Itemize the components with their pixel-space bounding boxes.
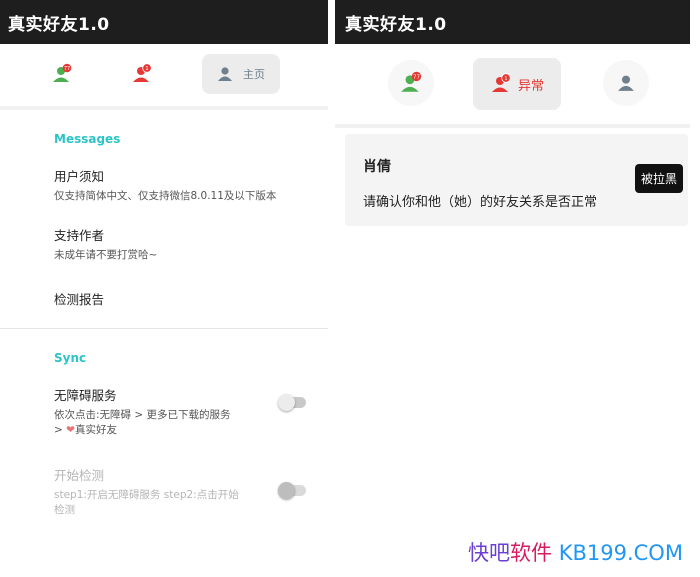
bottom-nav: 77 1 异常 [335, 44, 690, 124]
subtitle-line2: 检测 [54, 504, 75, 516]
friend-message: 请确认你和他（她）的好友关系是否正常 [363, 195, 598, 210]
toggle-knob [278, 394, 295, 411]
nav-badge-green: 77 [413, 75, 420, 81]
nav-badge-red: 1 [145, 66, 148, 72]
watermark-part3: KB199.COM [558, 541, 683, 565]
nav-abnormal-button[interactable]: 1 异常 [473, 58, 561, 110]
bottom-nav: 77 1 主页 [0, 44, 328, 106]
watermark: 快吧软件 KB199.COM [468, 537, 683, 567]
nav-home-label: 主页 [243, 68, 265, 81]
subtitle-line1: 依次点击:无障碍 > 更多已下载的服务 [54, 409, 231, 421]
divider [335, 124, 690, 128]
subtitle-line1: step1:开启无障碍服务 step2:点击开始 [54, 489, 239, 501]
list-item-accessibility[interactable]: 无障碍服务 依次点击:无障碍 > 更多已下载的服务 > ❤真实好友 [0, 385, 328, 438]
item-title: 检测报告 [54, 292, 105, 307]
heart-icon: ❤ [66, 424, 75, 436]
section-title-messages: Messages [54, 132, 121, 146]
watermark-part1: 快吧 [468, 541, 510, 565]
item-subtitle: 仅支持简体中文、仅支持微信8.0.11及以下版本 [54, 190, 277, 202]
nav-badge-green: 77 [64, 66, 70, 72]
nav-abnormal-button[interactable]: 1 [122, 54, 162, 94]
item-title: 支持作者 [54, 228, 105, 243]
user-red-icon: 1 [133, 63, 152, 82]
app-title: 真实好友1.0 [8, 14, 110, 35]
right-screen: 真实好友1.0 77 1 异常 肖倩 请确认你和他（她）的好友关系是否正常 被拉… [335, 0, 690, 530]
app-title: 真实好友1.0 [345, 14, 447, 35]
app-bar: 真实好友1.0 [335, 0, 690, 44]
accessibility-toggle[interactable] [278, 394, 306, 411]
friend-card[interactable]: 肖倩 请确认你和他（她）的好友关系是否正常 被拉黑 [345, 134, 688, 226]
nav-home-button[interactable] [603, 60, 649, 106]
left-screen: 真实好友1.0 77 1 主页 Messages 用户须知 仅支持简体中文、仅支… [0, 0, 328, 530]
section-title-sync: Sync [54, 351, 87, 365]
user-grey-icon [218, 67, 232, 81]
list-item-support-author[interactable]: 支持作者 未成年请不要打赏哈~ [0, 225, 328, 263]
user-green-icon: 77 [401, 71, 422, 92]
nav-badge-red: 1 [504, 76, 507, 82]
list-item-start-detect[interactable]: 开始检测 step1:开启无障碍服务 step2:点击开始 检测 [0, 465, 328, 518]
list-item-detect-report[interactable]: 检测报告 [0, 289, 328, 308]
toggle-knob [278, 482, 295, 499]
user-red-icon: 1 [491, 73, 511, 92]
app-bar: 真实好友1.0 [0, 0, 328, 44]
item-title: 用户须知 [54, 169, 105, 184]
item-subtitle: 未成年请不要打赏哈~ [54, 249, 158, 261]
watermark-part2: 软件 [510, 541, 552, 565]
nav-home-button[interactable]: 主页 [202, 54, 280, 94]
subtitle-app-name: 真实好友 [74, 424, 117, 436]
nav-abnormal-label: 异常 [517, 78, 544, 94]
nav-normal-button[interactable]: 77 [42, 54, 82, 94]
user-green-icon: 77 [53, 63, 72, 82]
user-grey-icon [618, 75, 634, 91]
item-subtitle: 依次点击:无障碍 > 更多已下载的服务 > ❤真实好友 [54, 408, 328, 438]
list-item-user-notice[interactable]: 用户须知 仅支持简体中文、仅支持微信8.0.11及以下版本 [0, 166, 328, 204]
nav-normal-button[interactable]: 77 [388, 60, 434, 106]
blocked-badge: 被拉黑 [635, 164, 684, 193]
friend-name: 肖倩 [363, 159, 391, 175]
start-detect-toggle[interactable] [278, 482, 306, 499]
subtitle-prefix: > [54, 424, 63, 436]
